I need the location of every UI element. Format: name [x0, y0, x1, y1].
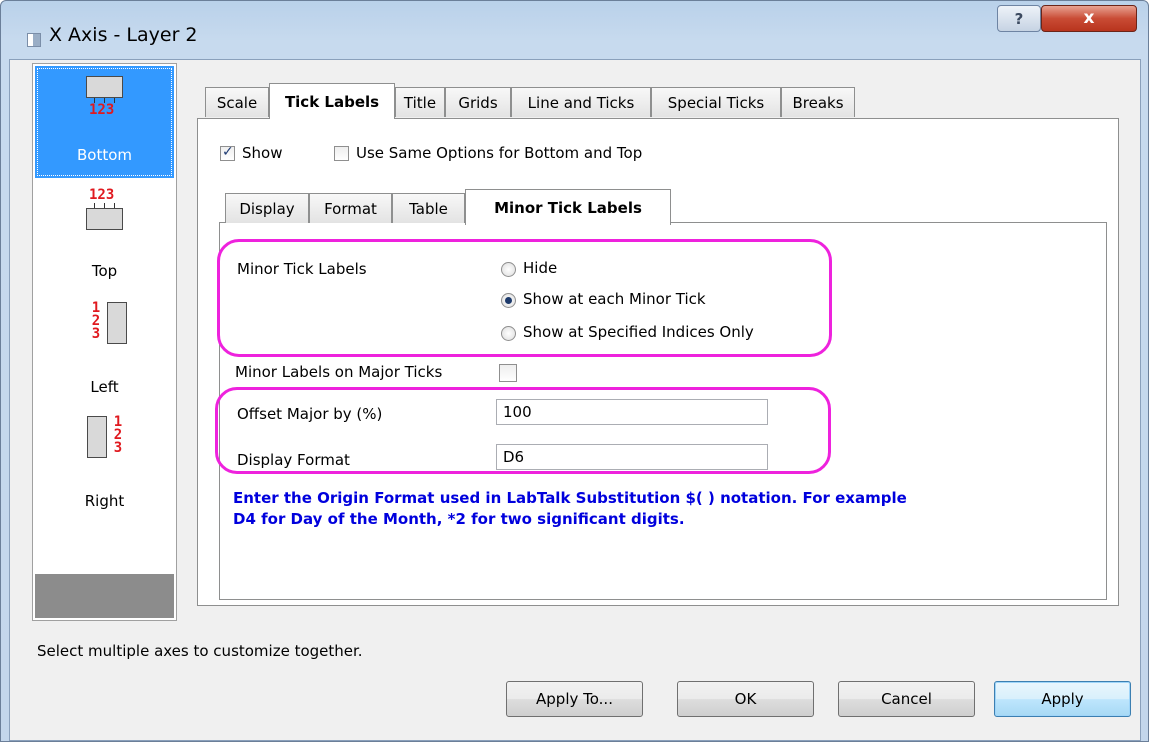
dialog-window: X Axis - Layer 2 ? x 123 Bottom 123 Top …: [0, 0, 1149, 742]
same-options-checkbox[interactable]: [334, 146, 349, 161]
show-checkbox[interactable]: ✓: [220, 144, 235, 161]
axis-item-left[interactable]: 123 Left: [35, 296, 174, 406]
axis-label-left: Left: [90, 378, 119, 396]
axis-label-bottom: Bottom: [76, 146, 133, 164]
status-text: Select multiple axes to customize togeth…: [37, 642, 363, 660]
apply-button[interactable]: Apply: [994, 681, 1131, 717]
tab-special-ticks[interactable]: Special Ticks: [651, 87, 781, 117]
tab-title[interactable]: Title: [395, 87, 445, 117]
help-button[interactable]: ?: [997, 5, 1041, 32]
format-help-note: Enter the Origin Format used in LabTalk …: [233, 488, 1093, 530]
tab-scale[interactable]: Scale: [205, 87, 269, 117]
format-help-line-2: D4 for Day of the Month, *2 for two sign…: [233, 510, 685, 528]
highlight-offset-format: [215, 387, 831, 474]
subtab-table[interactable]: Table: [392, 193, 465, 223]
window-title: X Axis - Layer 2: [49, 24, 198, 46]
axis-label-top: Top: [91, 262, 118, 280]
axis-selector-list: 123 Bottom 123 Top 123 Left 123 Right: [32, 63, 177, 621]
title-bar[interactable]: X Axis - Layer 2 ? x: [1, 1, 1148, 59]
minor-on-major-checkbox[interactable]: [499, 364, 517, 382]
tab-grids[interactable]: Grids: [445, 87, 511, 117]
tab-tick-labels[interactable]: Tick Labels: [269, 83, 395, 119]
minor-on-major-label: Minor Labels on Major Ticks: [235, 363, 443, 381]
show-label: Show: [242, 144, 283, 162]
axis-list-empty-area: [35, 574, 174, 618]
close-button[interactable]: x: [1041, 5, 1137, 32]
ok-button[interactable]: OK: [677, 681, 814, 717]
tab-line-and-ticks[interactable]: Line and Ticks: [511, 87, 651, 117]
cancel-button[interactable]: Cancel: [838, 681, 975, 717]
axis-item-top[interactable]: 123 Top: [35, 182, 174, 292]
format-help-line-1: Enter the Origin Format used in LabTalk …: [233, 489, 907, 507]
checkmark-icon: ✓: [222, 144, 234, 160]
apply-to-button[interactable]: Apply To...: [506, 681, 643, 717]
subtab-display[interactable]: Display: [225, 193, 309, 223]
subtab-format[interactable]: Format: [309, 193, 392, 223]
app-icon: [27, 33, 41, 47]
same-options-label: Use Same Options for Bottom and Top: [356, 144, 643, 162]
axis-item-bottom[interactable]: 123 Bottom: [35, 66, 174, 178]
highlight-minor-options: [217, 239, 832, 357]
axis-label-right: Right: [84, 492, 125, 510]
axis-item-right[interactable]: 123 Right: [35, 410, 174, 520]
tab-breaks[interactable]: Breaks: [781, 87, 855, 117]
subtab-minor-tick-labels[interactable]: Minor Tick Labels: [465, 189, 671, 225]
